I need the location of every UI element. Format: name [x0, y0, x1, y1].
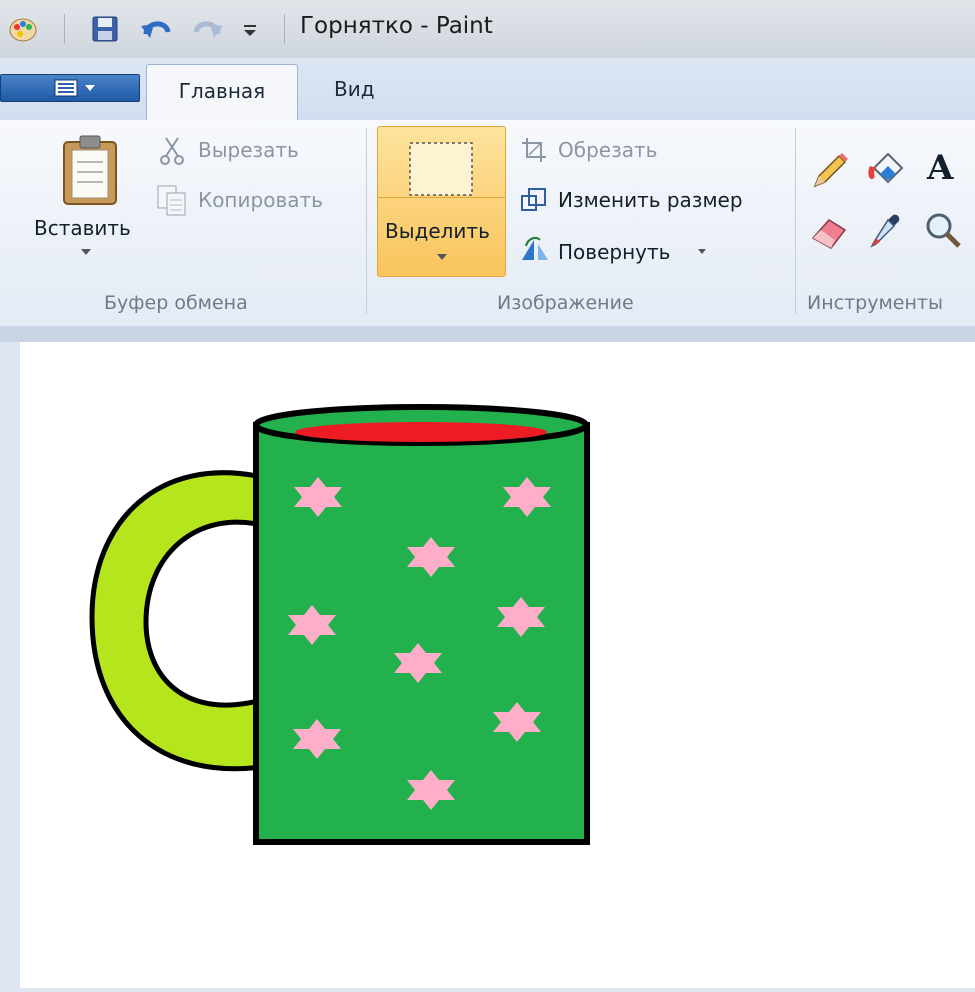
mug-inside	[295, 422, 547, 442]
title-separator	[64, 14, 65, 44]
file-menu-icon	[54, 79, 95, 97]
group-separator	[366, 128, 367, 314]
cut-button[interactable]: Вырезать	[198, 138, 299, 162]
select-split-line	[378, 197, 505, 198]
select-button[interactable]: Выделить	[377, 126, 506, 277]
drawing-canvas[interactable]	[20, 342, 975, 988]
paste-dropdown-icon[interactable]	[80, 248, 92, 256]
copy-button[interactable]: Копировать	[198, 188, 323, 212]
eraser-icon[interactable]	[807, 208, 853, 254]
title-bar: Горнятко - Paint	[0, 0, 975, 59]
title-separator	[284, 14, 285, 44]
customize-quick-access-icon[interactable]	[240, 14, 260, 44]
clipboard-group-label: Буфер обмена	[104, 292, 248, 314]
select-label: Выделить	[385, 219, 490, 243]
mug-handle	[89, 470, 265, 772]
tools-group-label: Инструменты	[807, 292, 943, 314]
paste-button[interactable]: Вставить	[34, 216, 131, 240]
save-icon[interactable]	[90, 14, 120, 44]
pencil-icon[interactable]	[807, 148, 853, 194]
group-separator	[795, 128, 796, 314]
crop-button[interactable]: Обрезать	[558, 138, 657, 162]
paint-app-icon[interactable]	[8, 14, 38, 44]
select-dropdown-icon	[437, 254, 447, 260]
resize-button[interactable]: Изменить размер	[558, 188, 743, 212]
fill-icon[interactable]	[864, 148, 910, 194]
copy-icon[interactable]	[156, 184, 188, 216]
color-picker-icon[interactable]	[864, 208, 910, 254]
image-group-label: Изображение	[497, 292, 634, 314]
paste-icon[interactable]	[60, 134, 120, 206]
ribbon-bottom-border	[0, 326, 975, 342]
redo-icon[interactable]	[190, 14, 224, 44]
undo-icon[interactable]	[140, 14, 174, 44]
window-title: Горнятко - Paint	[300, 13, 493, 39]
rotate-dropdown-icon[interactable]	[697, 248, 707, 256]
mug-drawing	[89, 404, 590, 845]
tab-home[interactable]: Главная	[146, 64, 298, 121]
rotate-icon[interactable]	[518, 234, 550, 264]
file-menu-button[interactable]	[0, 74, 140, 102]
magnifier-icon[interactable]	[921, 208, 967, 254]
text-icon[interactable]: A	[927, 148, 953, 188]
rotate-button[interactable]: Повернуть	[558, 240, 670, 264]
select-icon	[409, 142, 473, 196]
crop-icon[interactable]	[520, 136, 548, 164]
resize-icon[interactable]	[520, 186, 548, 214]
cut-icon[interactable]	[158, 136, 186, 166]
tab-view[interactable]: Вид	[334, 77, 375, 101]
